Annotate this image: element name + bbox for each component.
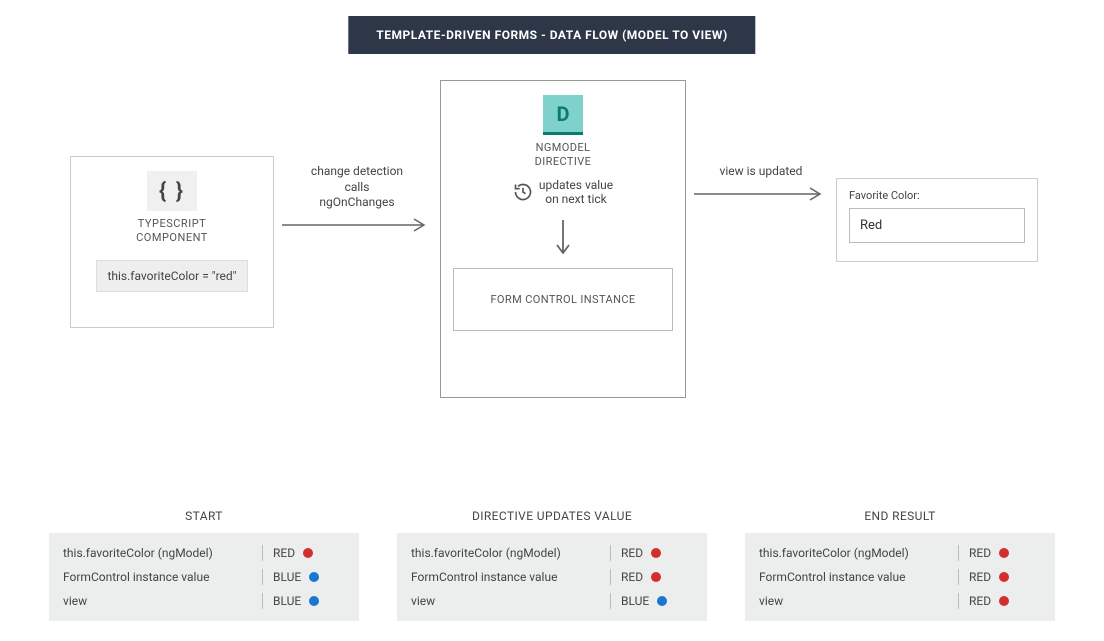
tick-l2: on next tick xyxy=(545,192,607,206)
arrow-down-icon xyxy=(553,220,573,254)
state-row-value: BLUE xyxy=(273,570,345,584)
tick-l1: updates value xyxy=(539,178,613,192)
state-table-1: DIRECTIVE UPDATES VALUE this.favoriteColo… xyxy=(397,509,707,621)
ts-label-line1: TYPESCRIPT xyxy=(138,217,206,230)
ng-l2: DIRECTIVE xyxy=(535,155,592,168)
view-box: Favorite Color: Red xyxy=(836,178,1038,262)
arrow-view-updated: view is updated xyxy=(694,164,828,202)
arrow2-l1: view is updated xyxy=(720,164,803,178)
state-row-value: BLUE xyxy=(621,594,693,608)
ts-label-line2: COMPONENT xyxy=(136,231,208,244)
state-row-label: FormControl instance value xyxy=(411,570,600,584)
state-value-text: BLUE xyxy=(273,570,301,584)
arrow1-l1: change detection xyxy=(311,164,403,178)
state-row-value: RED xyxy=(969,594,1041,608)
state-value-text: RED xyxy=(273,546,295,560)
diagram-area: { } TYPESCRIPT COMPONENT this.favoriteCo… xyxy=(0,80,1104,420)
diagram-title: TEMPLATE-DRIVEN FORMS - DATA FLOW (MODEL… xyxy=(348,16,755,54)
divider xyxy=(610,545,611,561)
updates-value-row: updates value on next tick xyxy=(453,178,673,206)
red-dot-icon xyxy=(999,572,1009,582)
divider xyxy=(958,545,959,561)
state-row: this.favoriteColor (ngModel) RED xyxy=(59,541,349,565)
divider xyxy=(610,593,611,609)
state-row-value: RED xyxy=(621,570,693,584)
arrow1-label: change detection calls ngOnChanges xyxy=(311,164,403,211)
tick-text: updates value on next tick xyxy=(539,178,613,206)
arrow1-l3: ngOnChanges xyxy=(319,195,394,209)
state-row: view RED xyxy=(755,589,1045,613)
clock-refresh-icon xyxy=(513,182,533,202)
state-row: view BLUE xyxy=(59,589,349,613)
state-value-text: BLUE xyxy=(621,594,649,608)
form-control-instance-box: FORM CONTROL INSTANCE xyxy=(453,268,673,331)
divider xyxy=(958,593,959,609)
state-row-label: view xyxy=(63,594,252,608)
state-row-label: view xyxy=(411,594,600,608)
directive-d-icon: D xyxy=(543,95,583,135)
red-dot-icon xyxy=(303,548,313,558)
state-row: FormControl instance value BLUE xyxy=(59,565,349,589)
divider xyxy=(610,569,611,585)
arrow-right-icon xyxy=(694,186,828,202)
code-snippet: this.favoriteColor = "red" xyxy=(96,260,247,292)
state-row: this.favoriteColor (ngModel) RED xyxy=(755,541,1045,565)
blue-dot-icon xyxy=(657,596,667,606)
state-row-value: BLUE xyxy=(273,594,345,608)
favorite-color-input[interactable]: Red xyxy=(849,208,1025,243)
arrow2-label: view is updated xyxy=(720,164,803,180)
state-table-title: END RESULT xyxy=(745,509,1055,523)
state-value-text: RED xyxy=(621,546,643,560)
red-dot-icon xyxy=(999,596,1009,606)
state-value-text: RED xyxy=(969,570,991,584)
state-table-body: this.favoriteColor (ngModel)REDFormContr… xyxy=(745,533,1055,621)
state-value-text: BLUE xyxy=(273,594,301,608)
state-table-2: END RESULT this.favoriteColor (ngModel) RE… xyxy=(745,509,1055,621)
state-row-label: FormControl instance value xyxy=(759,570,948,584)
red-dot-icon xyxy=(999,548,1009,558)
state-value-text: RED xyxy=(969,594,991,608)
arrow-right-icon xyxy=(282,217,432,233)
ng-l1: NGMODEL xyxy=(536,141,591,154)
state-row: FormControl instance value RED xyxy=(755,565,1045,589)
state-row-value: RED xyxy=(969,570,1041,584)
state-row-value: RED xyxy=(273,546,345,560)
divider xyxy=(262,569,263,585)
ngmodel-directive-box: D NGMODEL DIRECTIVE updates value on nex… xyxy=(440,80,686,398)
state-row-label: this.favoriteColor (ngModel) xyxy=(411,546,600,560)
state-row-label: view xyxy=(759,594,948,608)
divider xyxy=(262,593,263,609)
arrow1-l2: calls xyxy=(345,180,370,194)
red-dot-icon xyxy=(651,548,661,558)
state-value-text: RED xyxy=(621,570,643,584)
favorite-color-label: Favorite Color: xyxy=(849,189,1025,202)
state-table-body: this.favoriteColor (ngModel) RED FormContr… xyxy=(49,533,359,621)
state-row-label: FormControl instance value xyxy=(63,570,252,584)
state-row-value: RED xyxy=(969,546,1041,560)
arrow-change-detection: change detection calls ngOnChanges xyxy=(282,164,432,233)
ngmodel-label: NGMODEL DIRECTIVE xyxy=(453,141,673,170)
state-row-value: RED xyxy=(621,546,693,560)
state-row: FormControl instance value RED xyxy=(407,565,697,589)
curly-braces-icon: { } xyxy=(147,171,197,211)
blue-dot-icon xyxy=(309,596,319,606)
blue-dot-icon xyxy=(309,572,319,582)
divider xyxy=(958,569,959,585)
red-dot-icon xyxy=(651,572,661,582)
state-table-body: this.favoriteColor (ngModel)REDFormContr… xyxy=(397,533,707,621)
state-row-label: this.favoriteColor (ngModel) xyxy=(63,546,252,560)
typescript-component-label: TYPESCRIPT COMPONENT xyxy=(81,217,263,246)
state-tables-row: STARTthis.favoriteColor (ngModel)REDForm… xyxy=(0,509,1104,621)
state-row: this.favoriteColor (ngModel) RED xyxy=(407,541,697,565)
typescript-component-box: { } TYPESCRIPT COMPONENT this.favoriteCo… xyxy=(70,156,274,328)
state-value-text: RED xyxy=(969,546,991,560)
state-row-label: this.favoriteColor (ngModel) xyxy=(759,546,948,560)
state-table-0: START this.favoriteColor (ngModel) RED Form… xyxy=(49,509,359,621)
state-table-title: DIRECTIVE UPDATES VALUE xyxy=(397,509,707,523)
state-table-title: START xyxy=(49,509,359,523)
state-row: view BLUE xyxy=(407,589,697,613)
divider xyxy=(262,545,263,561)
